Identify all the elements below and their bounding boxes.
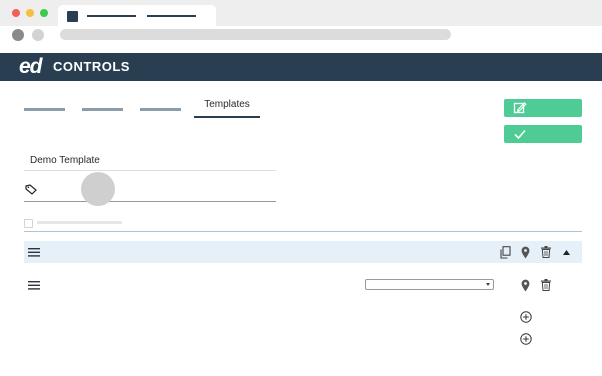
- trash-icon[interactable]: [541, 279, 551, 291]
- plus-circle-icon[interactable]: [520, 311, 532, 323]
- template-name-input[interactable]: Demo Template: [30, 154, 100, 168]
- logo-text: CONTROLS: [53, 59, 130, 74]
- option-checkbox[interactable]: [24, 219, 33, 228]
- favicon-icon: [67, 11, 78, 22]
- item-type-select[interactable]: [365, 279, 494, 290]
- template-name-underline: [24, 170, 276, 171]
- checkbox-label-placeholder: [37, 221, 122, 224]
- maximize-window-dot[interactable]: [40, 9, 48, 17]
- back-icon[interactable]: [12, 29, 24, 41]
- tab-templates[interactable]: Templates: [194, 98, 260, 118]
- nav-tab-2[interactable]: [82, 108, 123, 111]
- trash-icon[interactable]: [541, 246, 551, 258]
- app-header: ed CONTROLS: [0, 53, 602, 81]
- plus-circle-icon[interactable]: [520, 333, 532, 345]
- tab-title-placeholder: [147, 15, 196, 17]
- location-pin-icon[interactable]: [521, 246, 530, 259]
- close-window-dot[interactable]: [12, 9, 20, 17]
- tag-icon: [25, 184, 37, 195]
- section-header-row[interactable]: [24, 241, 582, 263]
- browser-toolbar: [0, 26, 602, 53]
- minimize-window-dot[interactable]: [26, 9, 34, 17]
- browser-tab-strip: [0, 0, 602, 27]
- caret-up-icon[interactable]: [563, 250, 570, 255]
- nav-tab-3[interactable]: [140, 108, 181, 111]
- copy-icon[interactable]: [500, 246, 511, 259]
- tags-input-underline[interactable]: [24, 201, 276, 202]
- hamburger-icon[interactable]: [28, 248, 40, 257]
- edit-icon: [513, 102, 527, 114]
- section-divider: [24, 231, 582, 232]
- chevron-down-icon: [486, 283, 490, 286]
- touch-indicator: [81, 172, 115, 206]
- confirm-button[interactable]: [504, 125, 582, 143]
- forward-icon[interactable]: [32, 29, 44, 41]
- nav-tab-1[interactable]: [24, 108, 65, 111]
- hamburger-icon[interactable]: [28, 281, 40, 290]
- location-pin-icon[interactable]: [521, 279, 530, 292]
- main-content: Templates Demo Template: [0, 81, 602, 376]
- logo-mark: ed: [19, 55, 42, 78]
- check-icon: [514, 129, 526, 140]
- edit-button[interactable]: [504, 99, 582, 117]
- browser-tab[interactable]: [58, 5, 216, 27]
- address-bar[interactable]: [60, 29, 451, 40]
- tab-title-placeholder: [87, 15, 136, 17]
